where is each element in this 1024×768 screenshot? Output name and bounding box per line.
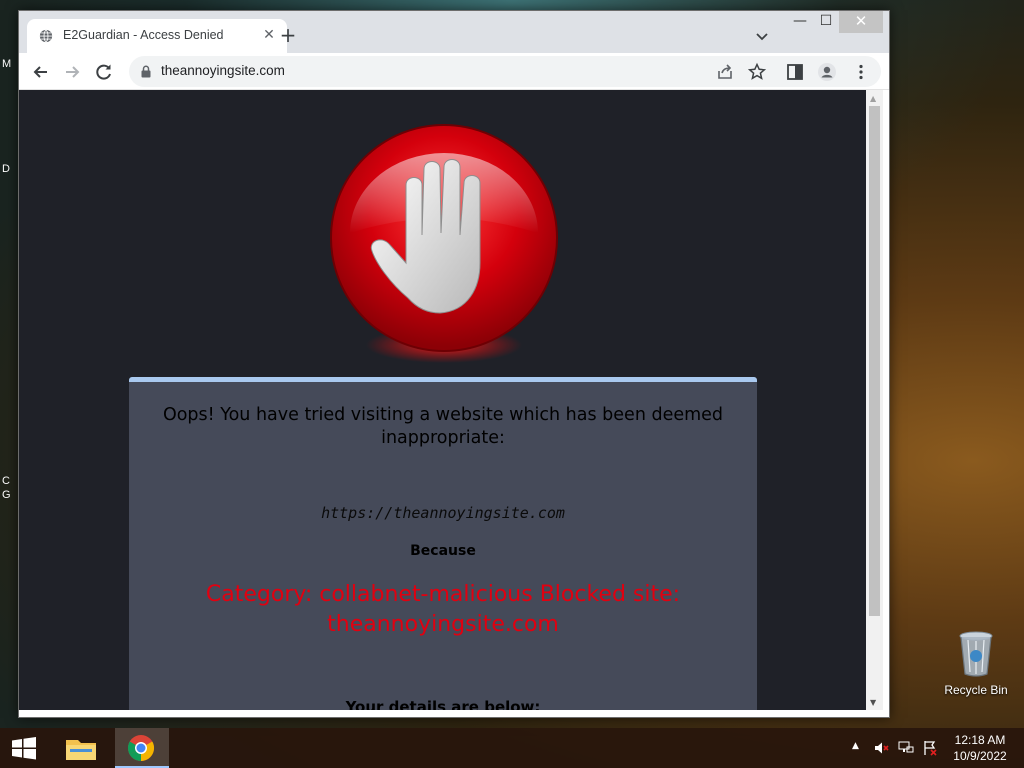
page-title: Oops! You have tried visiting a website … xyxy=(162,405,724,448)
globe-icon xyxy=(39,29,53,43)
desktop-icon-label-edge: D xyxy=(2,163,10,175)
desktop-icon-label-edge: C xyxy=(2,475,10,487)
reload-icon[interactable] xyxy=(93,61,115,83)
recycle-bin-desktop-icon[interactable]: Recycle Bin xyxy=(940,630,1012,700)
maximize-button[interactable]: ☐ xyxy=(811,11,841,33)
profile-icon[interactable] xyxy=(817,62,837,82)
clock-time: 12:18 AM xyxy=(954,733,1006,747)
details-heading: Your details are below: xyxy=(345,698,541,710)
mute-icon[interactable] xyxy=(873,740,889,756)
browser-window: E2Guardian - Access Denied ✕ + — ☐ ✕ the… xyxy=(18,10,890,718)
page-content: Oops! You have tried visiting a website … xyxy=(19,90,866,710)
scroll-thumb[interactable] xyxy=(869,106,880,616)
close-window-button[interactable]: ✕ xyxy=(839,11,883,33)
browser-toolbar: theannoyingsite.com xyxy=(19,53,889,90)
desktop-icon-label-edge: M xyxy=(2,58,12,70)
scroll-down-arrow-icon[interactable]: ▼ xyxy=(870,698,876,707)
taskbar: ▲ 12:18 AM 10/9/2022 xyxy=(0,728,1024,768)
action-center-icon[interactable] xyxy=(922,740,938,756)
file-explorer-icon[interactable] xyxy=(54,728,108,768)
tab-search-chevron-icon[interactable] xyxy=(752,27,772,45)
tab-close-button[interactable]: ✕ xyxy=(259,25,279,45)
desktop-icon-label-edge: G xyxy=(2,489,11,501)
blocked-url: https://theannoyingsite.com xyxy=(321,504,565,522)
back-arrow-icon[interactable] xyxy=(30,61,52,83)
new-tab-button[interactable]: + xyxy=(277,25,299,47)
share-icon[interactable] xyxy=(715,62,735,82)
scroll-up-arrow-icon[interactable]: ▲ xyxy=(870,94,876,103)
recycle-bin-icon xyxy=(959,631,993,677)
tab-title: E2Guardian - Access Denied xyxy=(63,28,224,42)
windows-start-icon[interactable] xyxy=(0,728,48,768)
url-text[interactable]: theannoyingsite.com xyxy=(161,63,285,78)
address-bar[interactable]: theannoyingsite.com xyxy=(129,56,881,87)
title-bar: E2Guardian - Access Denied ✕ + — ☐ ✕ xyxy=(19,11,889,53)
taskbar-chrome-button[interactable] xyxy=(115,728,169,768)
recycle-bin-label: Recycle Bin xyxy=(944,683,1008,697)
because-label: Because xyxy=(410,543,476,559)
forward-arrow-icon[interactable] xyxy=(61,61,83,83)
vertical-scrollbar[interactable]: ▲ ▼ xyxy=(866,90,883,710)
network-icon[interactable] xyxy=(898,740,914,756)
menu-kebab-icon[interactable] xyxy=(851,62,871,82)
tray-overflow-chevron-icon[interactable]: ▲ xyxy=(852,741,859,751)
system-clock[interactable]: 12:18 AM 10/9/2022 xyxy=(946,732,1014,764)
browser-tab[interactable]: E2Guardian - Access Denied ✕ xyxy=(27,19,287,53)
access-denied-panel: Oops! You have tried visiting a website … xyxy=(129,377,757,710)
block-reason: Category: collabnet-malicious Blocked si… xyxy=(205,582,681,637)
lock-icon[interactable] xyxy=(140,65,152,78)
chrome-icon xyxy=(127,735,155,762)
stop-hand-icon xyxy=(330,124,558,363)
star-icon[interactable] xyxy=(747,62,767,82)
sidepanel-icon[interactable] xyxy=(785,62,805,82)
clock-date: 10/9/2022 xyxy=(953,749,1007,763)
